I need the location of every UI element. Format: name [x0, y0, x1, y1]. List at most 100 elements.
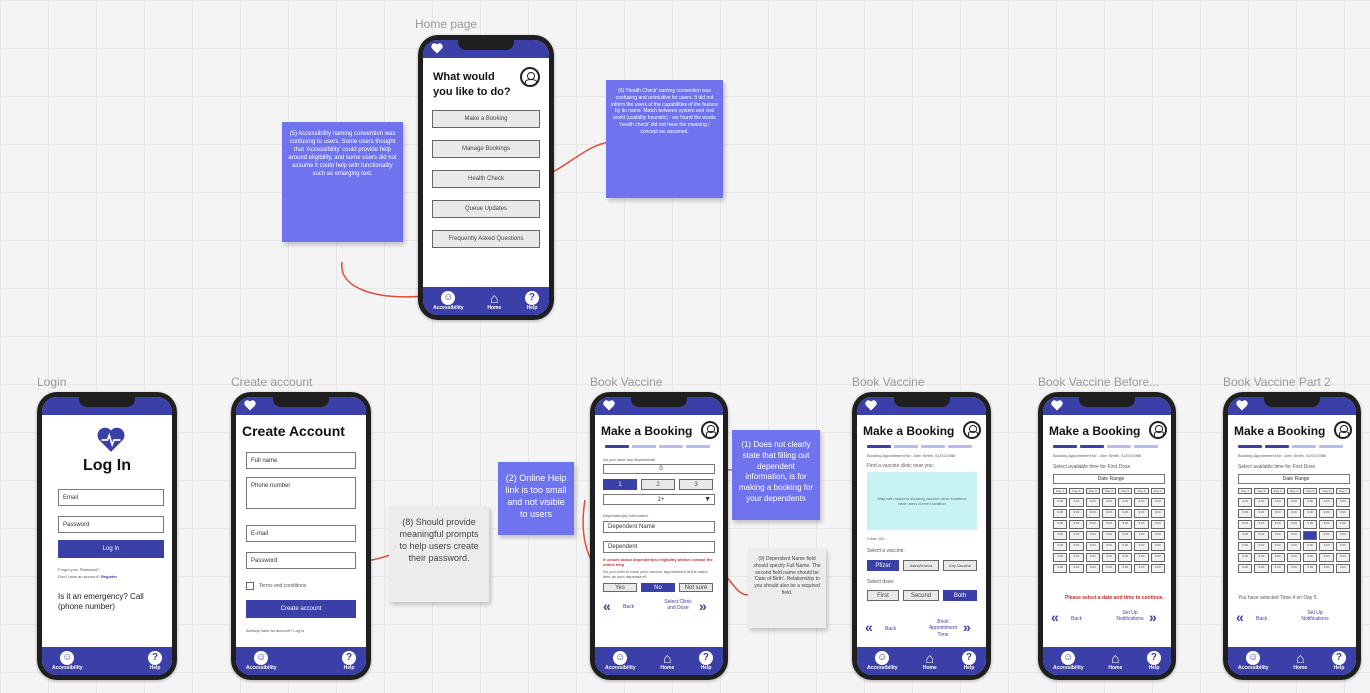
next-chevron-icon[interactable]: » — [1149, 609, 1157, 625]
register-link[interactable]: Register — [101, 574, 117, 579]
time-slot-grid[interactable]: 9:00 9:00 9:00 9:00 9:00 9:00 9:00 9:00 9:00 9:00… — [1053, 498, 1165, 573]
time-slot[interactable]: 9:00 — [1150, 520, 1165, 529]
option-3[interactable]: 3 — [679, 479, 713, 490]
queue-updates-button[interactable]: Queue Updates — [432, 200, 540, 218]
time-slot[interactable]: 9:00 — [1303, 542, 1318, 551]
time-slot[interactable]: 9:00 — [1319, 520, 1334, 529]
online-help-warning[interactable]: If unsure about dependent(s) eligibility… — [603, 557, 715, 567]
time-slot[interactable]: 9:00 — [1270, 509, 1285, 518]
time-slot[interactable]: 9:00 — [1286, 531, 1302, 540]
time-slot[interactable]: 9:00 — [1118, 509, 1133, 518]
email-field[interactable]: Email — [58, 489, 164, 506]
time-slot[interactable]: 9:00 — [1069, 520, 1084, 529]
time-slot[interactable]: 9:00 — [1053, 564, 1068, 573]
time-slot[interactable]: 9:00 — [1085, 520, 1100, 529]
time-slot[interactable]: 9:00 — [1254, 509, 1269, 518]
time-slot[interactable]: 9:00 — [1286, 542, 1302, 551]
time-slot[interactable]: 9:00 — [1150, 542, 1165, 551]
any-vaccine-button[interactable]: Any Vaccine — [943, 560, 977, 571]
next-link[interactable]: Set Up Notifications — [1298, 610, 1332, 623]
option-2[interactable]: 2 — [641, 479, 675, 490]
time-slot[interactable]: 9:00 — [1286, 498, 1302, 507]
create-account-button[interactable]: Create account — [246, 600, 356, 618]
health-check-button[interactable]: Health Check — [432, 170, 540, 188]
nav-home[interactable]: ⌂ Home — [1293, 651, 1307, 671]
back-link[interactable]: Back — [1256, 616, 1267, 622]
time-slot[interactable]: 9:00 — [1319, 542, 1334, 551]
time-slot[interactable]: 9:00 — [1303, 498, 1318, 507]
nav-accessibility[interactable]: ☺ Accessibility — [246, 651, 277, 671]
dependent-field[interactable]: Dependent — [603, 541, 715, 553]
time-slot[interactable]: 9:00 — [1335, 564, 1350, 573]
time-slot[interactable]: 9:00 — [1238, 498, 1253, 507]
time-slot[interactable]: 9:00 — [1335, 509, 1350, 518]
nav-home[interactable]: ⌂ Home — [923, 651, 937, 671]
login-link[interactable]: Already have an account? Log in — [246, 628, 304, 633]
password-field[interactable]: Password — [246, 552, 356, 569]
time-slot[interactable]: 9:00 — [1118, 520, 1133, 529]
time-slot[interactable]: 9:00 — [1069, 509, 1084, 518]
not-sure-button[interactable]: Not sure — [679, 583, 713, 592]
email-field[interactable]: E-mail — [246, 525, 356, 542]
time-slot[interactable]: 9:00 — [1134, 553, 1149, 562]
time-slot[interactable]: 9:00 — [1118, 498, 1133, 507]
time-slot[interactable]: 9:00 — [1134, 509, 1149, 518]
back-link[interactable]: Back — [623, 604, 634, 610]
nav-help[interactable]: ? Help — [961, 651, 976, 671]
time-slot[interactable]: 9:00 — [1085, 498, 1100, 507]
time-slot[interactable]: 9:00 — [1335, 531, 1350, 540]
time-slot[interactable]: 9:00 — [1150, 553, 1165, 562]
time-slot[interactable]: 9:00 — [1069, 531, 1084, 540]
time-slot[interactable]: 9:00 — [1069, 542, 1084, 551]
time-slot[interactable]: 9:00 — [1254, 553, 1269, 562]
date-range-selector[interactable]: Date Range — [1053, 474, 1165, 484]
time-slot[interactable]: 9:00 — [1085, 531, 1100, 540]
second-dose-button[interactable]: Second — [903, 590, 939, 601]
time-slot[interactable]: 9:00 — [1303, 564, 1318, 573]
both-dose-button[interactable]: Both — [943, 590, 977, 601]
time-slot[interactable]: 9:00 — [1254, 542, 1269, 551]
time-slot[interactable]: 9:00 — [1303, 553, 1318, 562]
time-slot[interactable]: 9:00 — [1118, 564, 1133, 573]
time-slot[interactable]: 9:00 — [1335, 520, 1350, 529]
profile-icon[interactable] — [701, 421, 719, 439]
time-slot[interactable]: 9:00 — [1134, 531, 1149, 540]
pfizer-button[interactable]: Pfizer — [867, 560, 899, 571]
nav-accessibility[interactable]: ☺ Accessibility — [52, 651, 83, 671]
time-slot[interactable]: 9:00 — [1270, 564, 1285, 573]
time-slot[interactable]: 9:00 — [1286, 564, 1302, 573]
time-slot[interactable]: 9:00 — [1101, 498, 1117, 507]
time-slot[interactable]: 9:00 — [1238, 542, 1253, 551]
nav-help[interactable]: ? Help — [1331, 651, 1346, 671]
time-slot-grid[interactable]: 9:00 9:00 9:00 9:00 9:00 9:00 9:00 9:00 9:00 9:00… — [1238, 498, 1350, 573]
profile-icon[interactable] — [1334, 421, 1352, 439]
dependent-name-field[interactable]: Dependent Name — [603, 521, 715, 533]
clinic-map[interactable]: Map with markers showing vaccine clinic … — [867, 472, 977, 530]
time-slot[interactable]: 9:00 — [1238, 531, 1253, 540]
time-slot[interactable]: 9:00 — [1254, 531, 1269, 540]
back-link[interactable]: Back — [1071, 616, 1082, 622]
time-slot[interactable]: 9:00 — [1270, 542, 1285, 551]
time-slot[interactable]: 9:00 — [1238, 520, 1253, 529]
nav-accessibility[interactable]: ☺ Accessibility — [605, 651, 636, 671]
time-slot[interactable]: 9:00 — [1270, 553, 1285, 562]
time-slot[interactable]: 9:00 — [1118, 542, 1133, 551]
time-slot[interactable]: 9:00 — [1286, 509, 1302, 518]
phone-field[interactable]: Phone number — [246, 477, 356, 509]
time-slot[interactable]: 9:00 — [1069, 498, 1084, 507]
nav-help[interactable]: ? Help — [1146, 651, 1161, 671]
terms-checkbox[interactable] — [246, 582, 254, 590]
time-slot[interactable]: 9:00 — [1134, 520, 1149, 529]
profile-icon[interactable] — [520, 67, 540, 87]
date-range-selector[interactable]: Date Range — [1238, 474, 1350, 484]
time-slot[interactable]: 9:00 — [1101, 542, 1117, 551]
dependents-select[interactable]: 1+ ▼ — [603, 494, 715, 505]
time-slot[interactable]: 9:00 — [1085, 553, 1100, 562]
nav-help[interactable]: ? Help — [342, 651, 356, 671]
profile-icon[interactable] — [963, 421, 981, 439]
time-slot[interactable]: 9:00 — [1053, 498, 1068, 507]
time-slot[interactable]: 9:00 — [1053, 553, 1068, 562]
next-link[interactable]: Book Appointment Time — [925, 619, 961, 638]
forgot-password-link[interactable]: Forgot your Password? — [58, 567, 99, 572]
time-slot[interactable]: 9:00 — [1254, 520, 1269, 529]
